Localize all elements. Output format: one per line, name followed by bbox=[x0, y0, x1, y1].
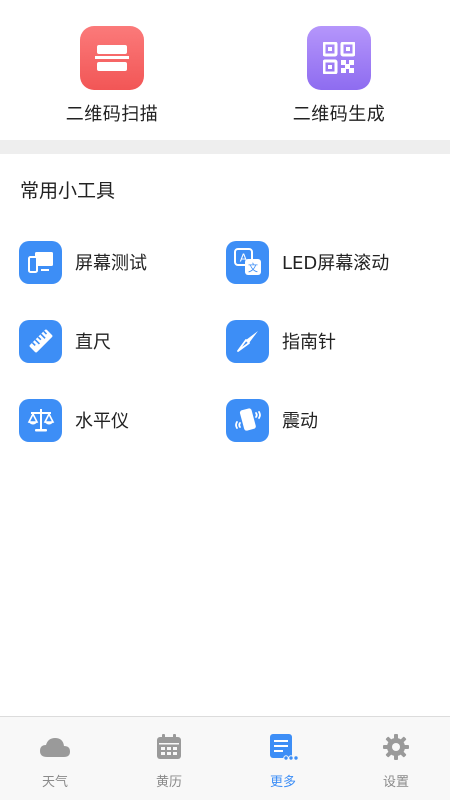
tool-label: 直尺 bbox=[75, 332, 111, 353]
tool-label: 水平仪 bbox=[75, 411, 129, 432]
calendar-icon bbox=[153, 731, 185, 763]
tool-ruler[interactable]: 直尺 bbox=[19, 319, 111, 363]
nav-weather[interactable]: 天气 bbox=[15, 731, 95, 790]
bottom-nav: 天气 黄历 更多 设置 bbox=[0, 716, 450, 800]
cloud-icon bbox=[39, 731, 71, 763]
section-divider bbox=[0, 140, 450, 154]
tool-vibrate[interactable]: 震动 bbox=[226, 398, 318, 442]
tool-compass[interactable]: 指南针 bbox=[226, 319, 336, 363]
qr-scan-label: 二维码扫描 bbox=[65, 104, 159, 125]
nav-label: 天气 bbox=[41, 775, 68, 790]
nav-label: 更多 bbox=[269, 775, 296, 790]
qr-actions-row: 二维码扫描 二维码生成 bbox=[0, 0, 450, 140]
nav-more[interactable]: 更多 bbox=[243, 731, 323, 790]
compass-icon bbox=[226, 319, 269, 363]
translate-icon: A 文 bbox=[226, 240, 269, 284]
scan-icon bbox=[80, 26, 144, 90]
tool-label: LED屏幕滚动 bbox=[282, 253, 390, 274]
nav-settings[interactable]: 设置 bbox=[356, 731, 436, 790]
tool-led-scroll[interactable]: A 文 LED屏幕滚动 bbox=[226, 240, 389, 284]
tool-label: 指南针 bbox=[282, 332, 336, 353]
balance-icon bbox=[19, 398, 62, 442]
screen-test-icon bbox=[19, 240, 62, 284]
tool-label: 屏幕测试 bbox=[75, 253, 147, 274]
nav-label: 黄历 bbox=[155, 775, 182, 790]
qr-generate-label: 二维码生成 bbox=[292, 104, 386, 125]
tool-level[interactable]: 水平仪 bbox=[19, 398, 129, 442]
tool-screen-test[interactable]: 屏幕测试 bbox=[19, 240, 147, 284]
nav-label: 设置 bbox=[382, 775, 409, 790]
vibrate-icon bbox=[226, 398, 269, 442]
svg-text:文: 文 bbox=[248, 262, 258, 275]
tool-label: 震动 bbox=[282, 411, 318, 432]
nav-almanac[interactable]: 黄历 bbox=[129, 731, 209, 790]
qr-scan-button[interactable]: 二维码扫描 bbox=[22, 26, 202, 126]
qr-code-icon bbox=[307, 26, 371, 90]
qr-generate-button[interactable]: 二维码生成 bbox=[249, 26, 429, 126]
section-title: 常用小工具 bbox=[20, 180, 116, 202]
gear-icon bbox=[380, 731, 412, 763]
app-root: 二维码扫描 二维码生成 常用小工具 屏幕测试 A 文 LED屏幕滚动 直尺 指南… bbox=[0, 0, 450, 800]
more-list-icon bbox=[267, 731, 299, 763]
ruler-icon bbox=[19, 319, 62, 363]
